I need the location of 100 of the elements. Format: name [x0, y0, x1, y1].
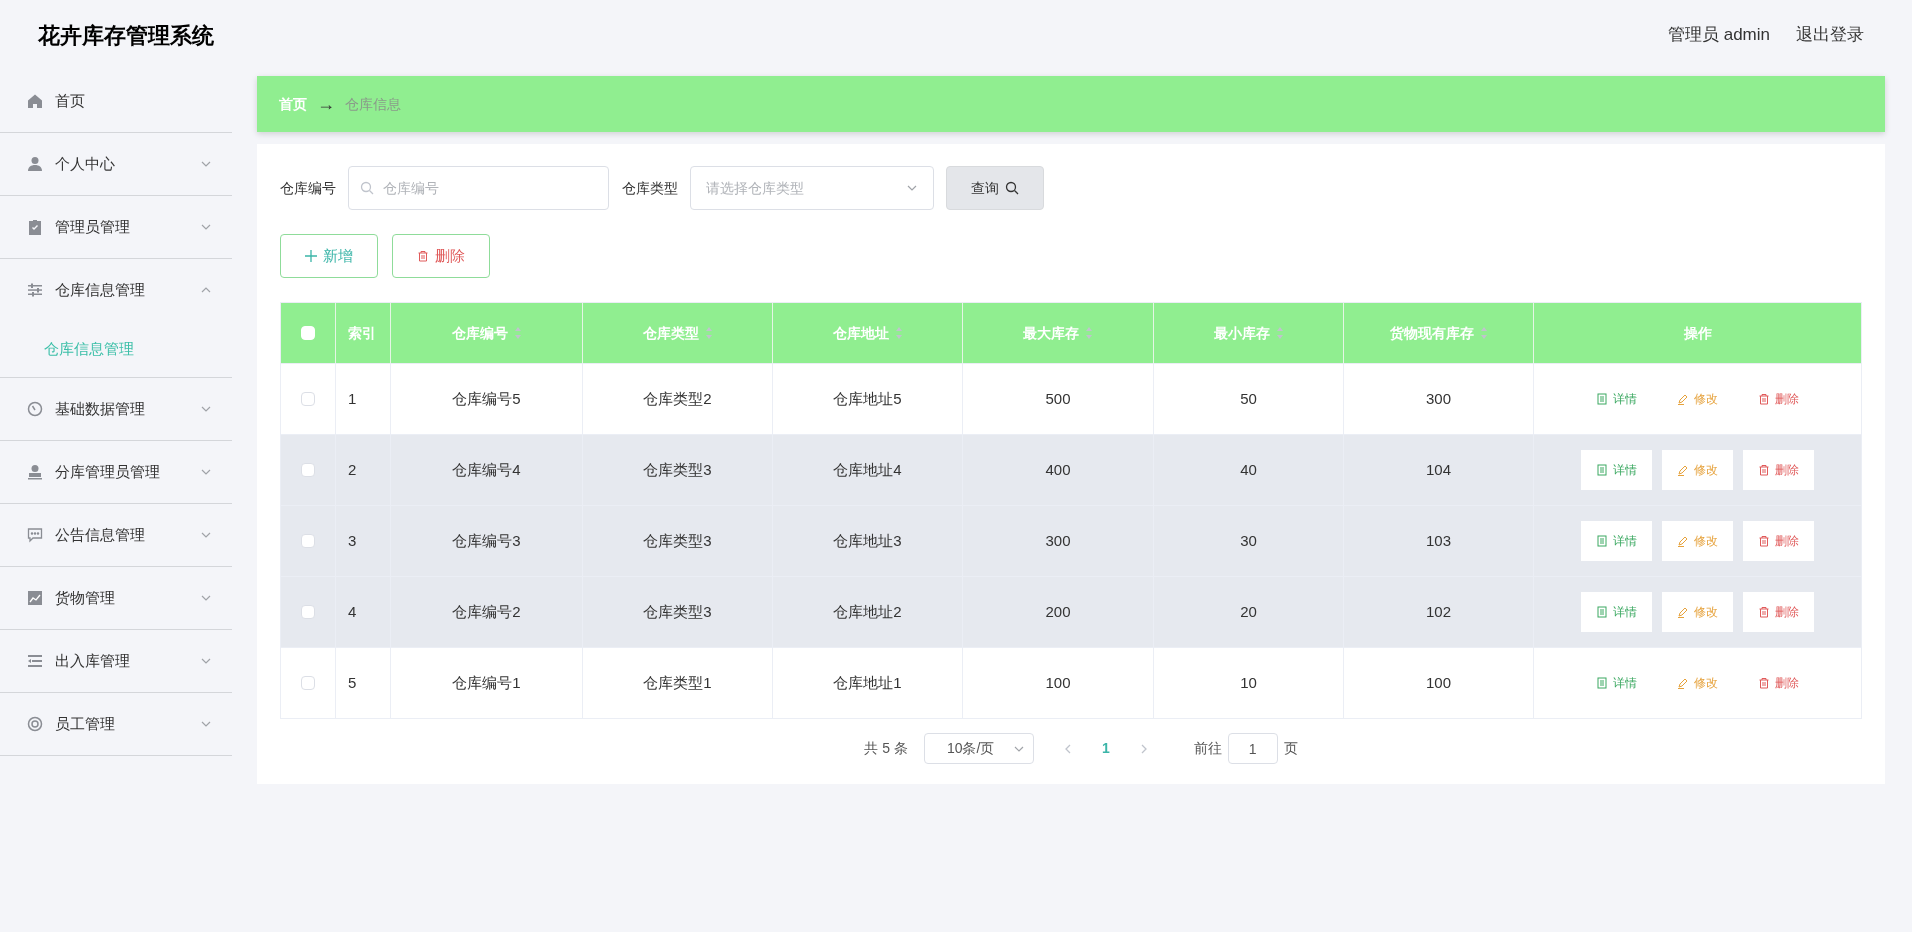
sidebar-item[interactable]: 个人中心	[0, 133, 232, 195]
table-cell-text: 仓库编号2	[452, 601, 521, 622]
page-size-select[interactable]: 10条/页	[923, 733, 1034, 764]
row-action-button[interactable]: 详情	[1581, 521, 1652, 561]
page-number[interactable]: 1	[1089, 738, 1122, 759]
lifebuoy-icon	[27, 716, 43, 732]
field-label: 仓库编号	[280, 178, 336, 198]
pencil-icon	[1677, 464, 1689, 476]
search-field[interactable]: 仓库编号	[348, 166, 609, 210]
sort-icon[interactable]	[513, 326, 522, 340]
select-all-checkbox[interactable]	[301, 326, 315, 340]
sidebar-item[interactable]: 首页	[0, 70, 232, 132]
pencil-icon	[1677, 393, 1689, 405]
sidebar-item[interactable]: 员工管理	[0, 693, 232, 755]
document-icon	[1596, 393, 1608, 405]
document-icon	[1596, 464, 1608, 476]
table-cell-text: 50	[1240, 388, 1257, 409]
home-icon	[27, 93, 43, 109]
stamp-icon	[27, 464, 43, 480]
table-cell-text: 仓库类型3	[643, 530, 712, 551]
table-cell-text: 3	[348, 530, 357, 551]
row-action-button[interactable]: 修改	[1662, 450, 1733, 490]
table-cell-text: 仓库地址5	[833, 388, 902, 409]
sidebar-item[interactable]: 公告信息管理	[0, 504, 232, 566]
row-action-button[interactable]: 删除	[1743, 521, 1814, 561]
chat-icon	[27, 527, 43, 543]
row-checkbox[interactable]	[301, 392, 315, 406]
row-action-button[interactable]: 详情	[1581, 592, 1652, 632]
table-cell-text: 仓库类型1	[643, 672, 712, 693]
delete-button[interactable]: 删除	[392, 234, 490, 278]
row-checkbox[interactable]	[301, 605, 315, 619]
logout-link[interactable]: 退出登录	[1796, 22, 1864, 48]
row-checkbox[interactable]	[301, 463, 315, 477]
total-count: 共 5 条	[864, 739, 908, 758]
sidebar-item[interactable]: 货物管理	[0, 567, 232, 629]
document-icon	[1596, 535, 1608, 547]
table-cell-text: 仓库类型3	[643, 459, 712, 480]
trash-icon	[1758, 464, 1770, 476]
sort-icon[interactable]	[894, 326, 903, 340]
submenu-item[interactable]: 仓库信息管理	[0, 321, 232, 377]
query-button[interactable]: 查询	[946, 166, 1044, 210]
table-cell-text: 30	[1240, 530, 1257, 551]
table-cell-text: 300	[1045, 530, 1071, 551]
search-icon	[1005, 181, 1019, 195]
table-cell-text: 103	[1426, 530, 1451, 551]
pencil-icon	[1677, 606, 1689, 618]
table-cell-text: 仓库类型2	[643, 388, 712, 409]
sort-icon[interactable]	[1275, 326, 1284, 340]
table-cell-text: 仓库编号1	[452, 672, 521, 693]
table-cell-text: 102	[1426, 601, 1451, 622]
table-cell-text: 400	[1045, 459, 1071, 480]
sort-icon[interactable]	[1479, 326, 1488, 340]
table-cell-text: 104	[1426, 459, 1451, 480]
table-cell-text: 仓库地址2	[833, 601, 902, 622]
search-icon	[360, 181, 374, 195]
table-cell-text: 仓库类型3	[643, 601, 712, 622]
sort-icon[interactable]	[704, 326, 713, 340]
row-action-button[interactable]: 删除	[1743, 450, 1814, 490]
table-cell-text: 10	[1240, 672, 1257, 693]
type-select[interactable]: 请选择仓库类型	[690, 166, 934, 210]
trash-icon	[417, 250, 429, 262]
table-cell-text: 1	[348, 388, 357, 409]
table-cell-text: 500	[1045, 388, 1071, 409]
sidebar-item[interactable]: 仓库信息管理	[0, 259, 232, 321]
sidebar-item[interactable]: 出入库管理	[0, 630, 232, 692]
table-cell-text: 仓库地址3	[833, 530, 902, 551]
table-cell-text: 20	[1240, 601, 1257, 622]
plus-icon	[305, 250, 317, 262]
table-cell-text: 仓库编号3	[452, 530, 521, 551]
table-cell-text: 仓库地址1	[833, 672, 902, 693]
row-action-button[interactable]: 修改	[1662, 521, 1733, 561]
sidebar-item[interactable]: 分库管理员管理	[0, 441, 232, 503]
row-action-button[interactable]: 修改	[1662, 592, 1733, 632]
trash-icon	[1758, 535, 1770, 547]
document-icon	[1596, 677, 1608, 689]
table-cell-text: 100	[1045, 672, 1071, 693]
row-checkbox[interactable]	[301, 676, 315, 690]
gauge-icon	[27, 401, 43, 417]
table-cell-text: 200	[1045, 601, 1071, 622]
add-button[interactable]: 新增	[280, 234, 378, 278]
sidebar-item[interactable]: 管理员管理	[0, 196, 232, 258]
sidebar-item[interactable]: 基础数据管理	[0, 378, 232, 440]
goto-label: 前往	[1193, 739, 1222, 758]
document-icon	[1596, 606, 1608, 618]
row-action-button[interactable]: 删除	[1743, 592, 1814, 632]
sliders-icon	[27, 282, 43, 298]
page-input[interactable]: 1	[1227, 733, 1278, 764]
app-title: 花卉库存管理系统	[38, 21, 214, 50]
user-icon	[27, 156, 43, 172]
page-suffix: 页	[1283, 739, 1298, 758]
row-action-button[interactable]: 详情	[1581, 450, 1652, 490]
field-label: 仓库类型	[622, 178, 678, 198]
trash-icon	[1758, 677, 1770, 689]
breadcrumb-separator: →	[317, 92, 335, 116]
sort-icon[interactable]	[1085, 326, 1093, 340]
table-cell-text: 300	[1426, 388, 1451, 409]
table-cell-text: 4	[348, 601, 357, 622]
column-header: 操作	[1682, 323, 1713, 343]
breadcrumb-current: 仓库信息	[345, 94, 401, 114]
row-checkbox[interactable]	[301, 534, 315, 548]
